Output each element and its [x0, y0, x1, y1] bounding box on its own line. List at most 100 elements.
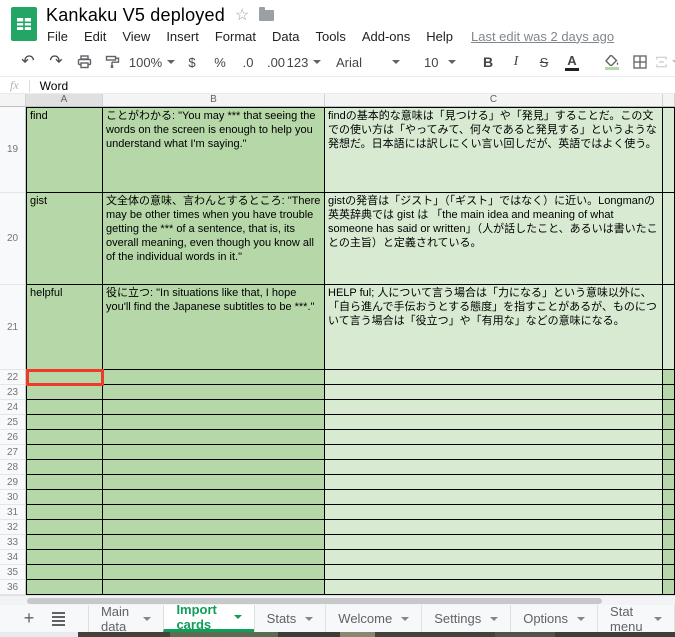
row-number[interactable]: 29 [0, 475, 26, 490]
row-number[interactable]: 34 [0, 550, 26, 565]
cell-sentence[interactable] [103, 580, 325, 595]
cell-sentence[interactable] [103, 490, 325, 505]
cell-word[interactable] [26, 385, 103, 400]
cell-word[interactable]: gist [26, 193, 103, 285]
cell-word[interactable] [26, 535, 103, 550]
print-button[interactable] [72, 50, 96, 74]
row-number[interactable]: 28 [0, 460, 26, 475]
cell-word[interactable] [26, 445, 103, 460]
cell-d-sliver[interactable] [663, 445, 675, 460]
cell-d-sliver[interactable] [663, 285, 675, 370]
row-number[interactable]: 21 [0, 285, 26, 370]
cell-d-sliver[interactable] [663, 490, 675, 505]
tab-import-cards[interactable]: Import cards [163, 602, 254, 632]
cell-d-sliver[interactable] [663, 370, 675, 385]
column-header-d[interactable] [663, 94, 675, 107]
row-number[interactable]: 22 [0, 370, 26, 385]
cell-sentence[interactable] [103, 535, 325, 550]
font-size-select[interactable]: 10 [420, 50, 460, 74]
all-sheets-button[interactable] [44, 605, 74, 632]
tab-options[interactable]: Options [510, 605, 597, 632]
more-formats-button[interactable]: 123 [287, 50, 322, 74]
cell-word[interactable] [26, 565, 103, 580]
cell-d-sliver[interactable] [663, 550, 675, 565]
cell-note[interactable]: HELP ful; 人について言う場合は「力になる」という意味以外に、「自ら進ん… [325, 285, 663, 370]
cell-word[interactable] [26, 490, 103, 505]
cell-note[interactable] [325, 520, 663, 535]
cell-note[interactable] [325, 400, 663, 415]
cell-sentence[interactable] [103, 370, 325, 385]
row-number[interactable]: 23 [0, 385, 26, 400]
row-number[interactable]: 19 [0, 107, 26, 193]
column-header-C[interactable]: C [325, 94, 663, 107]
cell-word[interactable] [26, 580, 103, 595]
text-color-button[interactable]: A [560, 50, 584, 74]
cell-sentence[interactable] [103, 475, 325, 490]
cell-word[interactable] [26, 415, 103, 430]
font-select[interactable]: Arial [332, 50, 404, 74]
cell-note[interactable] [325, 550, 663, 565]
row-number[interactable]: 32 [0, 520, 26, 535]
cell-note[interactable] [325, 430, 663, 445]
tab-settings[interactable]: Settings [421, 605, 510, 632]
folder-icon[interactable] [259, 7, 275, 21]
menu-tools[interactable]: Tools [307, 29, 353, 44]
column-header-B[interactable]: B [103, 94, 325, 107]
formula-input[interactable]: Word [40, 79, 68, 93]
currency-format-button[interactable]: $ [180, 50, 204, 74]
tab-welcome[interactable]: Welcome [325, 605, 421, 632]
row-number[interactable]: 31 [0, 505, 26, 520]
cell-note[interactable] [325, 370, 663, 385]
menu-data[interactable]: Data [264, 29, 307, 44]
tab-stats[interactable]: Stats [253, 605, 326, 632]
cell-d-sliver[interactable] [663, 400, 675, 415]
tab-main-data[interactable]: Main data [87, 604, 163, 634]
add-sheet-button[interactable]: + [14, 605, 44, 632]
cell-word[interactable] [26, 430, 103, 445]
zoom-dropdown[interactable]: 100% [129, 50, 176, 74]
menu-format[interactable]: Format [207, 29, 264, 44]
cell-word[interactable] [26, 550, 103, 565]
cell-note[interactable] [325, 385, 663, 400]
corner-header[interactable] [0, 94, 26, 107]
cell-d-sliver[interactable] [663, 565, 675, 580]
row-number[interactable]: 35 [0, 565, 26, 580]
tab-stat-menu[interactable]: Stat menu [597, 604, 675, 634]
increase-decimal-button[interactable]: .00 [264, 50, 288, 74]
strikethrough-button[interactable]: S [532, 50, 556, 74]
star-icon[interactable]: ☆ [235, 7, 249, 24]
cell-note[interactable] [325, 535, 663, 550]
cell-sentence[interactable] [103, 430, 325, 445]
merge-cells-button[interactable] [656, 50, 675, 74]
paint-format-button[interactable] [100, 50, 124, 74]
cell-sentence[interactable] [103, 505, 325, 520]
row-number[interactable]: 27 [0, 445, 26, 460]
italic-button[interactable]: I [504, 50, 528, 74]
cell-note[interactable] [325, 460, 663, 475]
cell-d-sliver[interactable] [663, 520, 675, 535]
cell-d-sliver[interactable] [663, 580, 675, 595]
cell-sentence[interactable] [103, 460, 325, 475]
cell-d-sliver[interactable] [663, 535, 675, 550]
cell-word[interactable] [26, 505, 103, 520]
cell-note[interactable] [325, 565, 663, 580]
decrease-decimal-button[interactable]: .0 [236, 50, 260, 74]
row-number[interactable]: 20 [0, 193, 26, 285]
cell-d-sliver[interactable] [663, 193, 675, 285]
cell-sentence[interactable] [103, 445, 325, 460]
cell-note[interactable]: gistの発音は「ジスト」（「ギスト」ではなく）に近い。Longmanの英英辞典… [325, 193, 663, 285]
sheets-logo-icon[interactable] [11, 7, 37, 41]
cell-sentence[interactable] [103, 385, 325, 400]
cell-d-sliver[interactable] [663, 415, 675, 430]
cell-note[interactable] [325, 490, 663, 505]
last-edit-link[interactable]: Last edit was 2 days ago [471, 29, 614, 44]
percent-format-button[interactable]: % [208, 50, 232, 74]
cell-word[interactable] [26, 460, 103, 475]
menu-file[interactable]: File [39, 29, 76, 44]
cell-d-sliver[interactable] [663, 107, 675, 193]
row-number[interactable]: 30 [0, 490, 26, 505]
cell-note[interactable] [325, 580, 663, 595]
cell-d-sliver[interactable] [663, 460, 675, 475]
selection-box[interactable] [26, 369, 104, 386]
cell-word[interactable]: helpful [26, 285, 103, 370]
